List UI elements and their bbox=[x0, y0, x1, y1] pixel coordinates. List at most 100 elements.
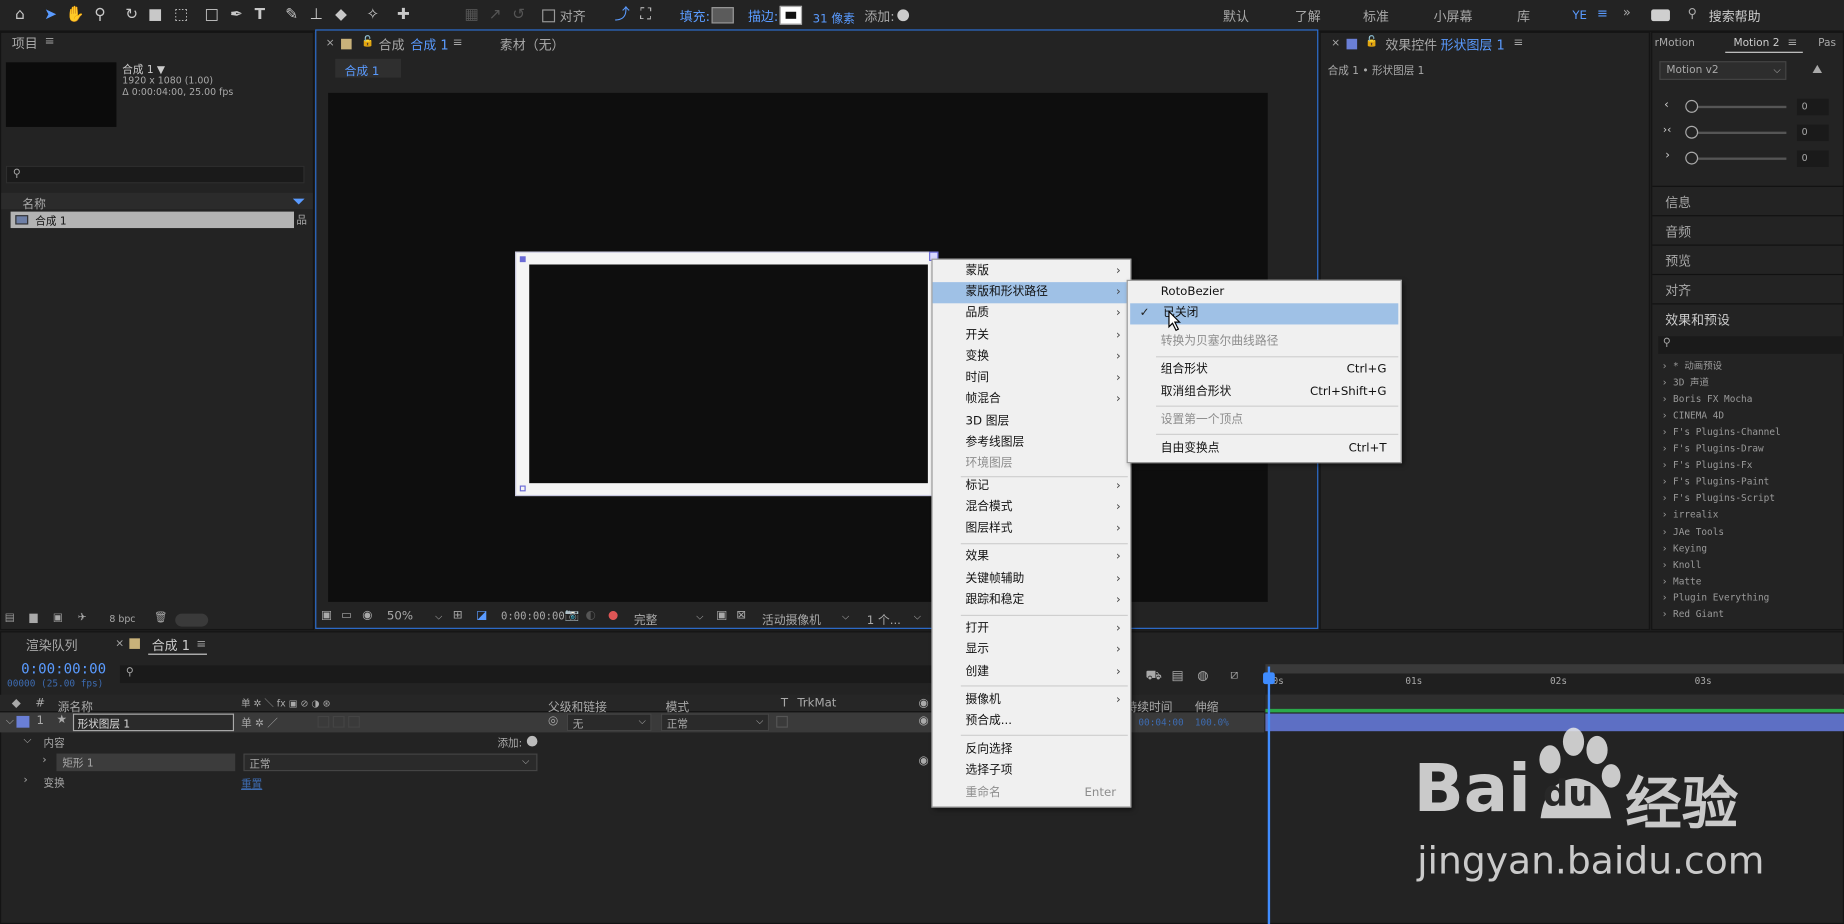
curve-icon[interactable]: ⛰ bbox=[1812, 63, 1822, 76]
pan-behind-tool-icon[interactable]: ⬚ bbox=[172, 6, 191, 25]
ease-both-slider-thumb[interactable] bbox=[1685, 125, 1699, 139]
close-tab-icon[interactable]: × bbox=[115, 638, 124, 650]
always-preview-icon[interactable]: ▣ bbox=[321, 609, 332, 622]
render-queue-tab[interactable]: 渲染队列 bbox=[26, 636, 78, 655]
chevron-down-icon[interactable]: ⌵ bbox=[696, 611, 703, 623]
new-comp-icon[interactable]: ▣ bbox=[53, 612, 63, 624]
menu-item-switches[interactable]: 开关 › bbox=[933, 326, 1131, 347]
layer-stretch[interactable]: 100.0% bbox=[1195, 717, 1229, 728]
effects-presets-tab[interactable]: 效果和预设 bbox=[1665, 310, 1730, 329]
lock-icon[interactable]: 🔓 bbox=[1365, 36, 1378, 48]
preserve-transparency-checkbox[interactable] bbox=[776, 715, 788, 728]
comp-subtab[interactable]: 合成 1 bbox=[335, 58, 402, 79]
eraser-tool-icon[interactable]: ◆ bbox=[332, 6, 351, 25]
roto-brush-tool-icon[interactable]: ✧ bbox=[363, 6, 382, 25]
effects-list-item[interactable]: › F's Plugins-Fx bbox=[1662, 460, 1753, 471]
chevron-down-icon[interactable]: ⌵ bbox=[842, 611, 849, 623]
menu-item-layer-styles[interactable]: 图层样式 › bbox=[933, 518, 1131, 539]
chevron-down-icon[interactable]: ⌵ bbox=[914, 611, 921, 623]
rectangle-tool-icon[interactable]: □ bbox=[202, 6, 221, 25]
motion-version-dropdown[interactable]: Motion v2 ⌵ bbox=[1659, 61, 1787, 80]
comp-tab-prefix[interactable]: 合成 bbox=[379, 35, 405, 54]
fx-switch[interactable] bbox=[317, 715, 330, 728]
number-column-header[interactable]: # bbox=[35, 697, 45, 710]
ye-label[interactable]: YE bbox=[1572, 9, 1587, 22]
panel-menu-icon[interactable]: ≡ bbox=[1788, 36, 1798, 49]
menu-item-invert-selection[interactable]: 反向选择 bbox=[933, 739, 1131, 760]
menu-icon[interactable]: ≡ bbox=[1597, 6, 1608, 21]
bit-depth-label[interactable]: 8 bpc bbox=[109, 614, 135, 625]
brush-tool-icon[interactable]: ✎ bbox=[282, 6, 301, 25]
effects-list-item[interactable]: › Red Giant bbox=[1662, 609, 1724, 620]
stroke-swatch[interactable] bbox=[779, 5, 803, 25]
ease-both-slider-track[interactable] bbox=[1689, 131, 1787, 135]
pickwhip-icon[interactable]: ◎ bbox=[548, 715, 558, 728]
align-panel-tab[interactable]: 对齐 bbox=[1665, 281, 1691, 300]
workspace-learn[interactable]: 了解 bbox=[1295, 7, 1321, 26]
chevron-right-icon[interactable]: › bbox=[24, 775, 28, 787]
menu-item-create[interactable]: 创建 › bbox=[933, 662, 1131, 683]
pas-tab[interactable]: Pas bbox=[1818, 38, 1836, 50]
effects-list-item[interactable]: › irrealix bbox=[1662, 509, 1719, 520]
menu-item-track-stabilize[interactable]: 跟踪和稳定 › bbox=[933, 590, 1131, 611]
menu-item-effect[interactable]: 效果 › bbox=[933, 547, 1131, 568]
stroke-width[interactable]: 31 像素 bbox=[813, 8, 855, 26]
menu-item-markers[interactable]: 标记 › bbox=[933, 476, 1131, 497]
vr-icon[interactable]: ◉ bbox=[362, 609, 372, 622]
region-of-interest-icon[interactable]: ▣ bbox=[716, 609, 727, 622]
workspace-standard[interactable]: 标准 bbox=[1363, 7, 1389, 26]
snap-options-icon[interactable]: ⛶ bbox=[636, 6, 655, 25]
panel-menu-icon[interactable]: ≡ bbox=[45, 35, 55, 48]
handle-bl[interactable] bbox=[519, 485, 526, 492]
workspace-small-screen[interactable]: 小屏幕 bbox=[1434, 7, 1473, 26]
search-help-input[interactable]: 搜索帮助 bbox=[1709, 7, 1761, 26]
effects-search-input[interactable]: ⚲ bbox=[1658, 336, 1844, 354]
playhead[interactable] bbox=[1267, 666, 1271, 924]
preview-panel-tab[interactable]: 预览 bbox=[1665, 252, 1691, 271]
fill-label[interactable]: 填充: bbox=[680, 7, 710, 26]
trkmat-column-header[interactable]: TrkMat bbox=[797, 697, 836, 710]
ease-in-slider-track[interactable] bbox=[1689, 105, 1787, 109]
sync-icon[interactable] bbox=[1651, 9, 1670, 22]
comp-tab-name[interactable]: 合成 1 bbox=[410, 35, 448, 54]
monitor-icon[interactable]: ▭ bbox=[341, 609, 352, 622]
adjustment-switch[interactable] bbox=[348, 715, 360, 728]
panel-menu-icon[interactable]: ≡ bbox=[453, 36, 463, 49]
layer-name-field[interactable]: 形状图层 1 bbox=[72, 713, 235, 732]
ease-out-slider-thumb[interactable] bbox=[1685, 151, 1699, 165]
menu-item-mask[interactable]: 蒙版 › bbox=[933, 261, 1131, 282]
add-button[interactable] bbox=[897, 9, 910, 22]
thumbnail-size-slider[interactable] bbox=[175, 613, 209, 627]
world-axis-icon[interactable]: ↗ bbox=[486, 6, 505, 25]
graph-editor-icon[interactable]: ⧄ bbox=[1230, 667, 1238, 683]
menu-item-blending-mode[interactable]: 混合模式 › bbox=[933, 497, 1131, 518]
layer-duration[interactable]: 00:04:00 bbox=[1138, 717, 1183, 728]
motion2-tab[interactable]: Motion 2 ≡ bbox=[1725, 33, 1803, 53]
menu-item-open[interactable]: 打开 › bbox=[933, 618, 1131, 639]
eye-icon[interactable]: ◉ bbox=[918, 715, 928, 728]
info-panel-tab[interactable]: 信息 bbox=[1665, 193, 1691, 212]
chevron-down-icon[interactable]: ⌵ bbox=[435, 611, 442, 623]
camera-tool-icon[interactable]: ■ bbox=[146, 6, 165, 25]
handle-tl[interactable] bbox=[519, 256, 526, 263]
align-checkbox[interactable] bbox=[542, 9, 556, 23]
effects-list-item[interactable]: › JAe Tools bbox=[1662, 527, 1724, 538]
panel-menu-icon[interactable]: ≡ bbox=[1514, 36, 1524, 49]
effects-list-item[interactable]: › Plugin Everything bbox=[1662, 592, 1770, 603]
audio-panel-tab[interactable]: 音频 bbox=[1665, 222, 1691, 241]
t-column-header[interactable]: T bbox=[781, 697, 788, 710]
clone-stamp-tool-icon[interactable]: ⊥ bbox=[307, 6, 326, 25]
rect-mode-dropdown[interactable]: 正常 ⌵ bbox=[243, 753, 538, 772]
flowchart-icon[interactable]: 品 bbox=[296, 212, 307, 227]
home-icon[interactable]: ⌂ bbox=[11, 6, 30, 25]
project-item-comp[interactable]: 合成 1 bbox=[10, 211, 295, 229]
mode-dropdown[interactable]: 正常 ⌵ bbox=[660, 713, 770, 732]
effects-list-item[interactable]: › F's Plugins-Draw bbox=[1662, 443, 1764, 454]
menu-item-quality[interactable]: 品质 › bbox=[933, 303, 1131, 324]
mask-visibility-icon[interactable]: ◪ bbox=[476, 609, 487, 622]
frame-blending-icon[interactable]: ◍ bbox=[1197, 668, 1208, 683]
effects-list-item[interactable]: › F's Plugins-Channel bbox=[1662, 427, 1781, 438]
reset-link[interactable]: 重置 bbox=[241, 776, 262, 791]
draft-3d-icon[interactable]: ⛟ bbox=[1145, 668, 1161, 686]
effect-controls-tab[interactable]: 效果控件 bbox=[1385, 35, 1437, 54]
